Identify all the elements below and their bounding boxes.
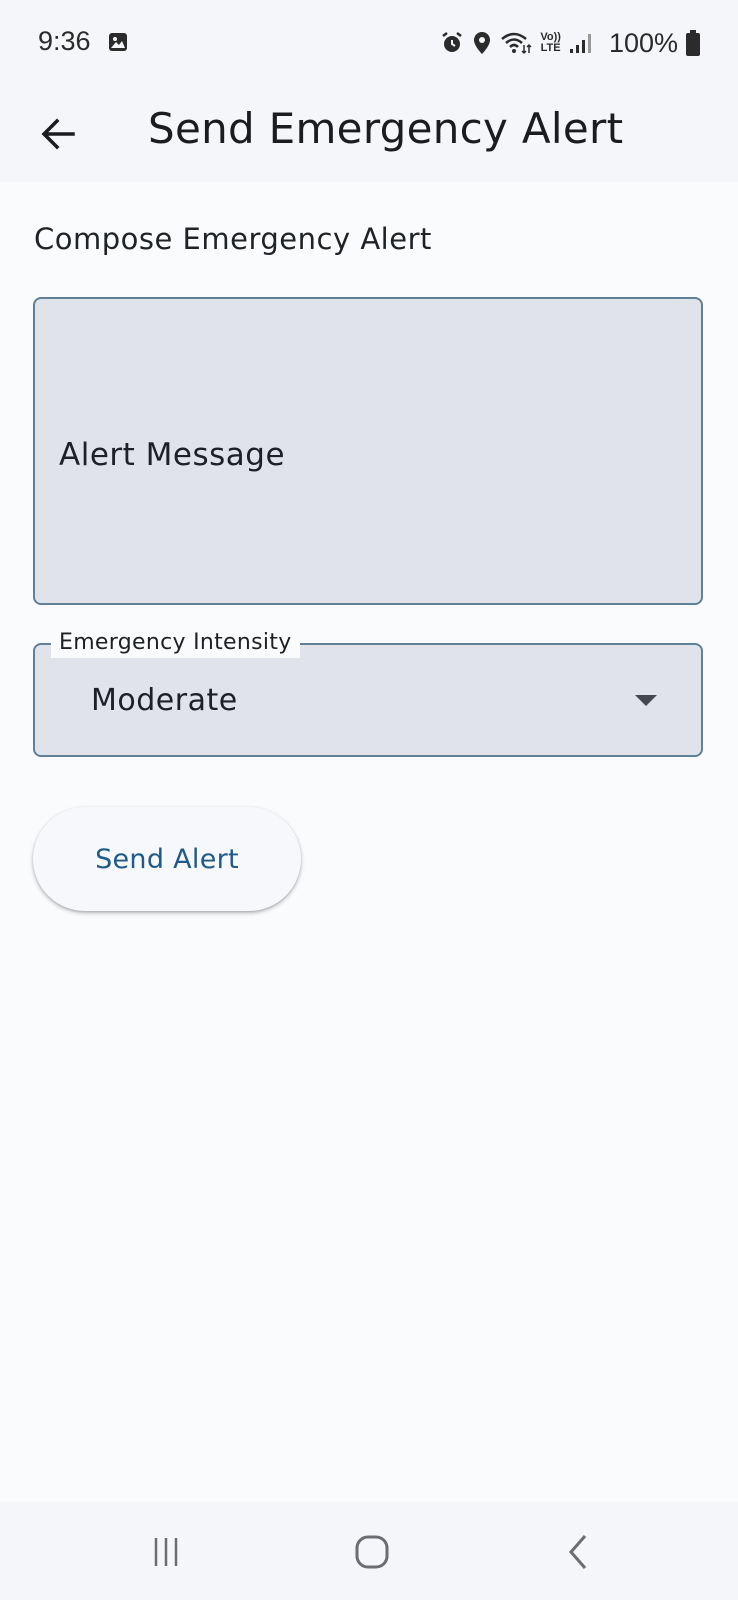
- alert-message-field[interactable]: Alert Message: [33, 297, 703, 605]
- alert-message-placeholder: Alert Message: [59, 437, 286, 473]
- gallery-icon: [109, 33, 127, 51]
- battery-icon: [686, 30, 700, 56]
- emergency-intensity-dropdown[interactable]: Emergency Intensity Moderate: [33, 628, 703, 757]
- location-icon: [474, 32, 491, 54]
- wifi-icon: [501, 32, 532, 55]
- signal-icon: [569, 34, 591, 53]
- emergency-intensity-label: Emergency Intensity: [51, 628, 300, 658]
- alarm-icon: [442, 32, 463, 52]
- app-bar: Send Emergency Alert: [0, 90, 738, 182]
- status-time: 9:36: [38, 26, 91, 56]
- system-back-button[interactable]: [548, 1530, 608, 1574]
- send-alert-button[interactable]: Send Alert: [33, 807, 301, 911]
- navigation-bar: [0, 1502, 738, 1600]
- recent-apps-button[interactable]: [136, 1530, 196, 1574]
- screen: 9:36 Vo)) LTE 100% Send Emergency Alert …: [0, 0, 738, 1600]
- status-bar: 9:36 Vo)) LTE 100%: [0, 0, 738, 90]
- battery-percent: 100%: [608, 27, 678, 58]
- section-heading: Compose Emergency Alert: [34, 222, 432, 256]
- back-button[interactable]: [30, 106, 86, 162]
- recent-apps-icon: [154, 1538, 178, 1566]
- arrow-back-icon: [41, 118, 75, 150]
- home-button[interactable]: [342, 1530, 402, 1574]
- emergency-intensity-value: Moderate: [91, 683, 238, 718]
- dropdown-arrow-icon: [635, 695, 657, 706]
- page-title: Send Emergency Alert: [148, 104, 624, 153]
- volte-label-bottom: LTE: [540, 42, 561, 54]
- volte-icon: Vo)) LTE: [540, 32, 561, 54]
- status-icons: Vo)) LTE 100%: [440, 26, 700, 60]
- back-icon: [569, 1535, 587, 1569]
- home-icon: [355, 1535, 389, 1569]
